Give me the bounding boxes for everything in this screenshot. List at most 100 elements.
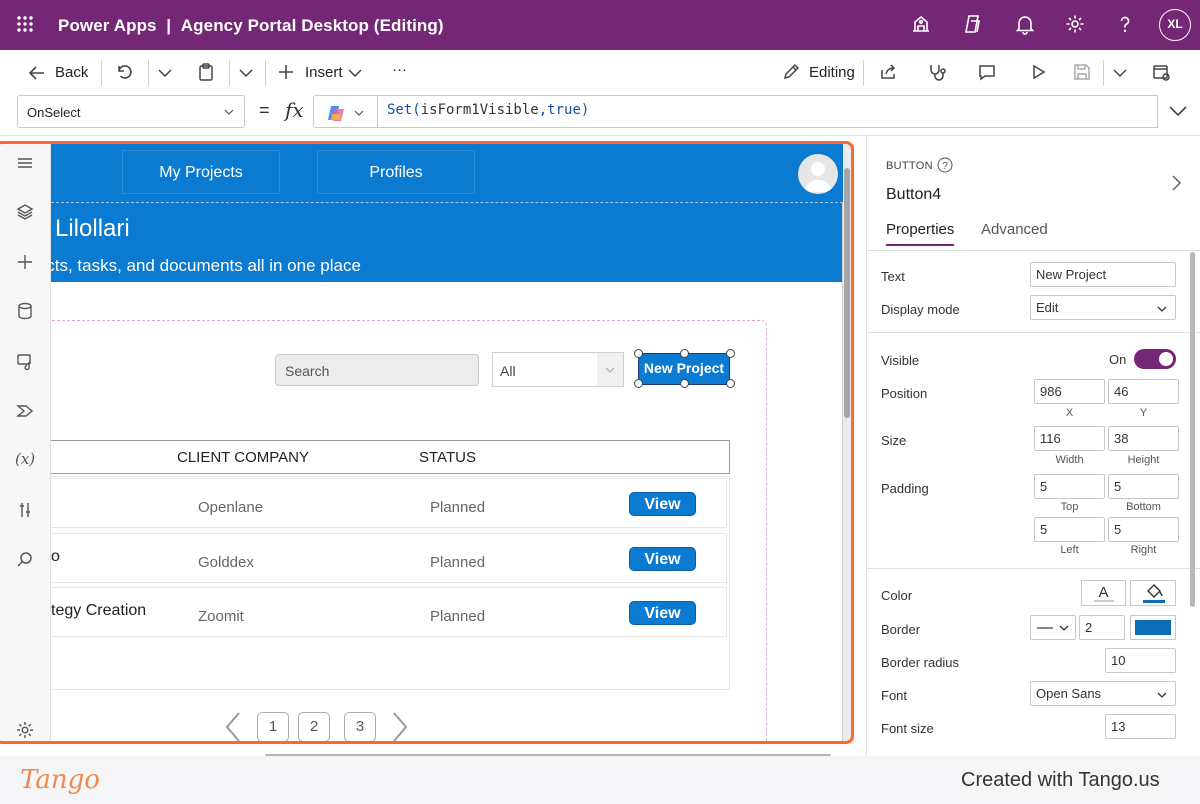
resize-handle-bottom[interactable]	[680, 379, 689, 388]
insert-plus-icon[interactable]	[15, 252, 35, 272]
border-color-picker[interactable]	[1130, 615, 1176, 640]
font-dropdown[interactable]: Open Sans	[1030, 681, 1176, 706]
border-width-input[interactable]: 2	[1079, 615, 1125, 640]
padding-bottom-input[interactable]: 5	[1108, 474, 1179, 499]
display-mode-dropdown[interactable]: Edit	[1030, 295, 1176, 320]
undo-icon[interactable]	[114, 62, 134, 82]
help-question-icon[interactable]	[1114, 13, 1136, 35]
preview-play-icon[interactable]	[1028, 62, 1048, 82]
panel-divider	[867, 568, 1200, 569]
more-commands-button[interactable]: ···	[392, 61, 407, 78]
view-button[interactable]: View	[629, 601, 696, 625]
hamburger-menu-icon[interactable]	[15, 153, 35, 173]
color-label: Color	[881, 588, 913, 603]
pagination-prev-icon[interactable]	[223, 711, 243, 743]
publish-icon[interactable]	[1151, 62, 1171, 82]
position-y-input[interactable]: 46	[1108, 379, 1179, 404]
tree-view-layers-icon[interactable]	[15, 202, 35, 222]
tab-advanced[interactable]: Advanced	[981, 221, 1048, 238]
share-icon[interactable]	[878, 62, 898, 82]
nav-tab-my-projects[interactable]: My Projects	[122, 150, 280, 194]
text-input[interactable]: New Project	[1030, 262, 1176, 287]
settings-gear-icon[interactable]	[15, 720, 35, 740]
position-x-input[interactable]: 986	[1034, 379, 1105, 404]
control-name[interactable]: Button4	[886, 186, 941, 204]
expand-formula-chevron-icon[interactable]	[1168, 103, 1188, 119]
comments-icon[interactable]	[977, 62, 997, 82]
page-button-3[interactable]: 3	[344, 712, 376, 742]
media-icon[interactable]	[15, 351, 35, 371]
back-arrow-icon[interactable]	[27, 63, 47, 83]
profile-avatar[interactable]	[798, 154, 838, 194]
padding-left-input[interactable]: 5	[1034, 517, 1105, 542]
advanced-tools-icon[interactable]	[15, 500, 35, 520]
paste-dropdown-chevron-icon[interactable]	[236, 63, 256, 83]
view-button[interactable]: View	[629, 492, 696, 516]
notifications-bell-icon[interactable]	[1014, 13, 1036, 35]
editing-mode-button[interactable]: Editing	[809, 64, 855, 81]
pagination-next-icon[interactable]	[390, 711, 410, 743]
save-dropdown-chevron-icon[interactable]	[1110, 63, 1130, 83]
border-style-dropdown[interactable]	[1030, 615, 1076, 640]
table-row[interactable]: o Golddex Planned View	[51, 533, 727, 583]
resize-handle-top-left[interactable]	[634, 349, 643, 358]
canvas-vertical-scrollbar[interactable]	[844, 168, 850, 418]
app-launcher-icon[interactable]	[16, 15, 34, 33]
size-height-input[interactable]: 38	[1108, 426, 1179, 451]
display-mode-label: Display mode	[881, 302, 960, 317]
data-database-icon[interactable]	[15, 301, 35, 321]
resize-handle-bottom-right[interactable]	[726, 379, 735, 388]
text-color-picker[interactable]: A	[1081, 580, 1126, 606]
nav-tab-profiles[interactable]: Profiles	[317, 150, 475, 194]
search-icon[interactable]	[15, 550, 35, 570]
copilot-icon[interactable]	[962, 13, 984, 35]
resize-handle-top[interactable]	[680, 349, 689, 358]
chevron-down-icon	[605, 367, 615, 374]
power-automate-icon[interactable]	[15, 401, 35, 421]
environment-icon[interactable]	[910, 13, 932, 35]
font-size-input[interactable]: 13	[1105, 714, 1176, 739]
editing-pencil-icon[interactable]	[781, 62, 801, 82]
insert-button[interactable]: Insert	[305, 64, 343, 81]
size-width-input[interactable]: 116	[1034, 426, 1105, 451]
border-radius-input[interactable]: 10	[1105, 648, 1176, 673]
property-dropdown[interactable]: OnSelect	[17, 95, 245, 128]
padding-label: Padding	[881, 481, 929, 496]
settings-gear-icon[interactable]	[1064, 13, 1086, 35]
app-checker-stethoscope-icon[interactable]	[927, 62, 947, 82]
resize-handle-top-right[interactable]	[726, 349, 735, 358]
copilot-formula-button[interactable]	[313, 95, 378, 128]
copilot-logo-icon	[328, 106, 344, 121]
display-mode-value: Edit	[1036, 300, 1059, 315]
fill-color-picker[interactable]	[1130, 580, 1176, 606]
resize-handle-bottom-left[interactable]	[634, 379, 643, 388]
table-row[interactable]: Openlane Planned View	[51, 478, 727, 528]
save-disk-icon[interactable]	[1072, 62, 1092, 82]
insert-plus-icon[interactable]	[276, 62, 296, 82]
formula-close: )	[580, 102, 590, 118]
page-button-1[interactable]: 1	[257, 712, 289, 742]
formula-input[interactable]: Set(isForm1Visible,true)	[377, 95, 1158, 128]
view-button[interactable]: View	[629, 547, 696, 571]
line-style-icon	[1037, 625, 1069, 631]
tab-properties[interactable]: Properties	[886, 221, 955, 246]
help-question-icon[interactable]: ?	[937, 157, 953, 173]
search-input[interactable]: Search	[275, 354, 479, 386]
properties-scrollbar[interactable]	[1190, 252, 1195, 607]
status-filter-dropdown[interactable]: All	[492, 352, 624, 387]
padding-right-input[interactable]: 5	[1108, 517, 1179, 542]
chevron-down-icon	[1157, 306, 1167, 312]
variables-icon[interactable]: (𝑥)	[15, 450, 35, 468]
insert-chevron-icon[interactable]	[345, 63, 365, 83]
tango-footer: Tango Created with Tango.us	[0, 756, 1200, 804]
status-filter-toggle[interactable]	[597, 353, 623, 386]
user-avatar[interactable]: XL	[1159, 9, 1191, 41]
padding-top-input[interactable]: 5	[1034, 474, 1105, 499]
back-button[interactable]: Back	[55, 64, 88, 81]
paste-clipboard-icon[interactable]	[196, 62, 216, 82]
visible-toggle[interactable]	[1134, 349, 1176, 369]
table-row[interactable]: tegy Creation Zoomit Planned View	[51, 587, 727, 637]
expand-panel-chevron-icon[interactable]	[1169, 174, 1183, 192]
page-button-2[interactable]: 2	[298, 712, 330, 742]
undo-dropdown-chevron-icon[interactable]	[155, 63, 175, 83]
